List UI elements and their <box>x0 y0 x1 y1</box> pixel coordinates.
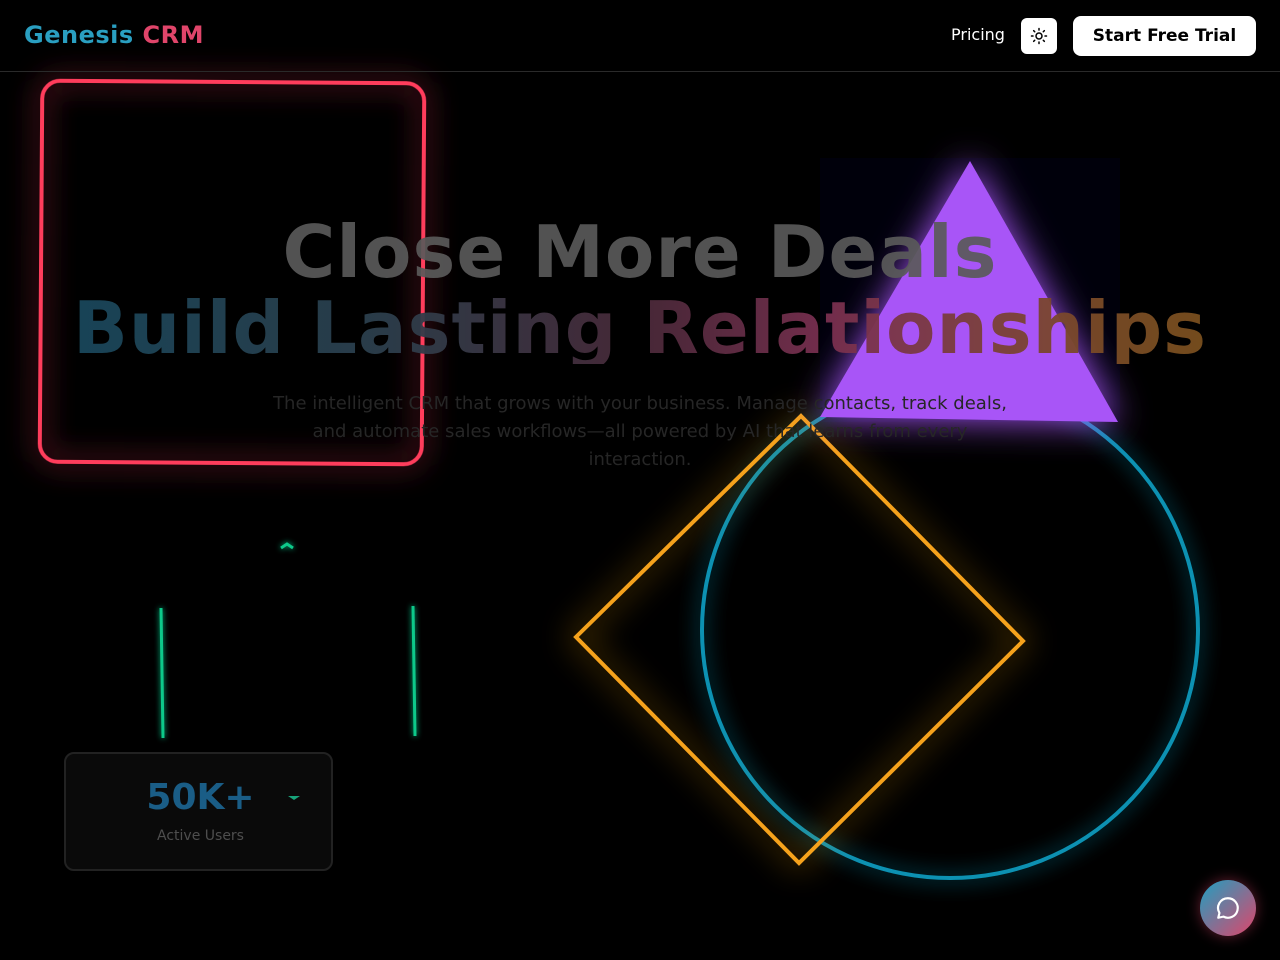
logo-text-primary: Genesis <box>24 21 134 49</box>
landing-page: Genesis CRM Pricing Start Free Trial Clo… <box>0 0 1280 960</box>
chat-launcher-button[interactable] <box>1200 880 1256 936</box>
theme-toggle-button[interactable] <box>1021 18 1057 54</box>
hero-title-line2: Build Lasting Relationships <box>0 292 1280 364</box>
hero-title-line1: Close More Deals <box>282 210 998 294</box>
stat-label: Active Users <box>157 828 244 844</box>
start-free-trial-button[interactable]: Start Free Trial <box>1073 16 1256 56</box>
chat-bubble-icon <box>1216 897 1239 919</box>
top-navbar: Genesis CRM Pricing Start Free Trial <box>0 0 1280 72</box>
sun-icon <box>1030 27 1048 45</box>
hero-section: Close More Deals Build Lasting Relations… <box>0 212 1280 474</box>
trend-indicator-icon <box>288 796 300 800</box>
orange-diamond-shape <box>573 413 1026 866</box>
logo-text-accent: CRM <box>142 21 204 49</box>
stat-card-active-users: 50K+ Active Users <box>64 752 333 871</box>
hero-subtitle: The intelligent CRM that grows with your… <box>273 393 1007 470</box>
green-hexagon-shape <box>159 542 417 739</box>
brand-logo[interactable]: Genesis CRM <box>24 19 204 51</box>
nav-link-pricing[interactable]: Pricing <box>951 25 1005 45</box>
